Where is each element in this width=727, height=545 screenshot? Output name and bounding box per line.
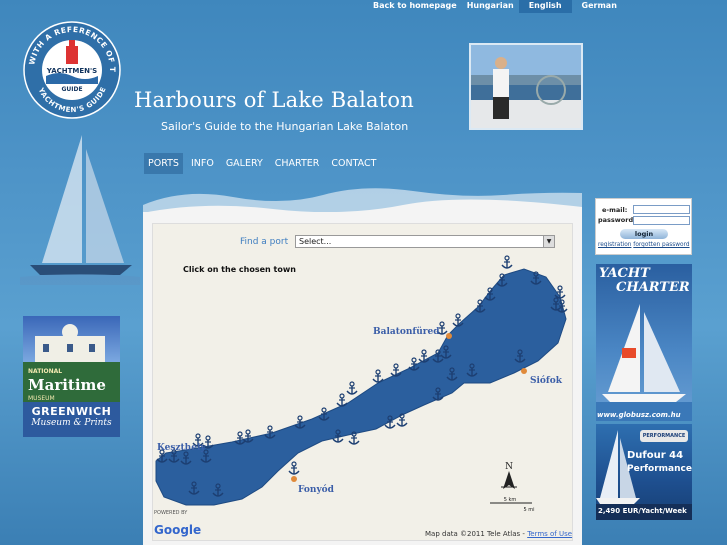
greenwich-title: GREENWICH bbox=[31, 405, 112, 418]
port-anchor-icon[interactable] bbox=[390, 363, 402, 377]
dufour-brand: PERFORMANCE bbox=[640, 430, 688, 442]
sailor-photo bbox=[469, 43, 583, 130]
login-box: e-mail: password: login registration for… bbox=[595, 198, 692, 255]
site-title: Harbours of Lake Balaton bbox=[134, 88, 414, 112]
terms-of-use-link[interactable]: Terms of Use bbox=[527, 530, 572, 538]
yacht-charter-ad[interactable]: YACHT CHARTER www.globusz.com.hu bbox=[596, 264, 692, 421]
forgotten-password-link[interactable]: forgotten password bbox=[633, 242, 689, 248]
yacht-charter-line2: CHARTER bbox=[616, 280, 690, 295]
nav-galery[interactable]: GALERY bbox=[222, 153, 267, 174]
greenwich-subtitle: Museum & Prints bbox=[31, 418, 112, 428]
greenwich-line2: Maritime bbox=[28, 376, 106, 394]
nav-ports[interactable]: PORTS bbox=[144, 153, 183, 174]
port-anchor-icon[interactable] bbox=[452, 313, 464, 327]
port-anchor-icon[interactable] bbox=[501, 255, 513, 269]
lang-english[interactable]: English bbox=[518, 0, 572, 13]
town-balatonfured[interactable]: Balatonfüred bbox=[373, 327, 440, 337]
balatonfured-dot bbox=[446, 333, 452, 339]
email-field[interactable] bbox=[633, 205, 690, 214]
dufour-model: Performance bbox=[627, 464, 692, 474]
login-links: registration forgotten password bbox=[598, 242, 690, 248]
port-anchor-icon[interactable] bbox=[372, 369, 384, 383]
town-keszthely[interactable]: Keszthely bbox=[157, 443, 206, 453]
nav-charter[interactable]: CHARTER bbox=[271, 153, 324, 174]
port-anchor-icon[interactable] bbox=[234, 431, 246, 445]
port-anchor-icon[interactable] bbox=[336, 393, 348, 407]
port-anchor-icon[interactable] bbox=[242, 429, 254, 443]
town-siofok[interactable]: Siófok bbox=[530, 376, 562, 386]
email-label: e-mail: bbox=[602, 206, 628, 214]
map-hint: Click on the chosen town bbox=[183, 265, 296, 274]
fonyod-dot bbox=[291, 476, 297, 482]
yacht-charter-url: www.globusz.com.hu bbox=[597, 411, 681, 419]
google-logo[interactable]: Google bbox=[154, 523, 201, 537]
port-anchor-icon[interactable] bbox=[418, 349, 430, 363]
map-attribution: Map data ©2011 Tele Atlas - Terms of Use bbox=[425, 530, 572, 538]
login-button[interactable]: login bbox=[620, 229, 668, 239]
north-arrow: N bbox=[501, 462, 517, 489]
greenwich-line3: MUSEUM bbox=[28, 395, 55, 402]
greenwich-building-image bbox=[23, 316, 120, 362]
sailboat-image bbox=[20, 135, 140, 285]
svg-text:5 km: 5 km bbox=[504, 497, 517, 503]
language-bar: Back to homepage Hungarian English Germa… bbox=[368, 0, 622, 13]
port-anchor-icon[interactable] bbox=[346, 381, 358, 395]
dufour-ad[interactable]: PERFORMANCE Dufour 44 Performance 2,490 … bbox=[596, 424, 692, 520]
map-attribution-text: Map data ©2011 Tele Atlas - bbox=[425, 530, 525, 538]
logo-center-1: YACHTMEN'S bbox=[46, 67, 97, 75]
greenwich-ad[interactable]: NATIONAL Maritime MUSEUM GREENWICH Museu… bbox=[23, 316, 120, 437]
lang-hungarian[interactable]: Hungarian bbox=[462, 0, 519, 13]
password-field[interactable] bbox=[633, 216, 690, 225]
greenwich-line1: NATIONAL bbox=[28, 368, 63, 375]
port-anchor-icon[interactable] bbox=[288, 461, 300, 475]
svg-text:N: N bbox=[505, 462, 513, 472]
dufour-price: 2,490 EUR/Yacht/Week bbox=[598, 507, 687, 515]
dufour-name: Dufour 44 bbox=[627, 450, 684, 461]
yachtmens-guide-logo[interactable]: WITH A REFERENCE OF THE YACHTMEN'S GUIDE… bbox=[22, 18, 122, 122]
nav-contact[interactable]: CONTACT bbox=[327, 153, 380, 174]
lang-german[interactable]: German bbox=[572, 0, 622, 13]
back-to-homepage-link[interactable]: Back to homepage bbox=[368, 0, 462, 13]
siofok-dot bbox=[521, 368, 527, 374]
logo-center-2: GUIDE bbox=[61, 86, 82, 93]
svg-text:5 mi: 5 mi bbox=[523, 507, 534, 513]
nav-info[interactable]: INFO bbox=[187, 153, 218, 174]
powered-by-text: POWERED BY bbox=[154, 510, 188, 516]
yacht-charter-line1: YACHT bbox=[599, 266, 650, 281]
scale-bar: 5 km 5 mi bbox=[490, 497, 535, 513]
town-fonyod[interactable]: Fonyód bbox=[298, 485, 334, 495]
password-label: password: bbox=[598, 216, 636, 224]
site-subtitle: Sailor's Guide to the Hungarian Lake Bal… bbox=[161, 120, 409, 133]
main-nav: PORTS INFO GALERY CHARTER CONTACT bbox=[144, 153, 384, 174]
registration-link[interactable]: registration bbox=[598, 242, 631, 248]
